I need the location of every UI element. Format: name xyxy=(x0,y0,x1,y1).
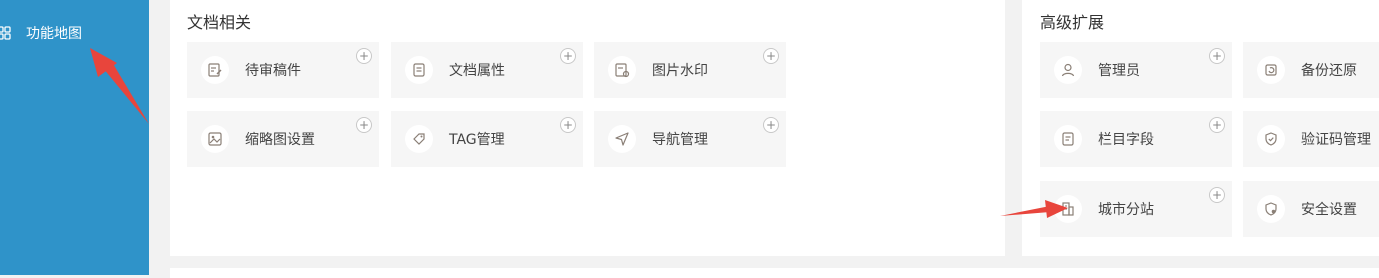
add-icon[interactable]: + xyxy=(356,48,372,64)
card-navigation-management[interactable]: 导航管理 + xyxy=(594,111,786,167)
card-label: 安全设置 xyxy=(1301,202,1357,218)
add-icon[interactable]: + xyxy=(560,48,576,64)
card-column-fields[interactable]: 栏目字段 + xyxy=(1040,111,1232,167)
card-city-substations[interactable]: 城市分站 + xyxy=(1040,181,1232,237)
field-doc-icon xyxy=(1054,125,1082,153)
add-icon[interactable]: + xyxy=(356,117,372,133)
panel-title: 文档相关 xyxy=(187,13,252,32)
card-administrators[interactable]: 管理员 + xyxy=(1040,42,1232,98)
card-label: 备份还原 xyxy=(1301,63,1357,79)
shield-check-icon xyxy=(1257,125,1285,153)
add-icon[interactable]: + xyxy=(1209,117,1225,133)
card-label: 管理员 xyxy=(1098,63,1140,79)
image-watermark-icon xyxy=(608,56,636,84)
sidebar-item-label: 功能地图 xyxy=(26,26,82,42)
image-icon xyxy=(201,125,229,153)
navigation-icon xyxy=(608,125,636,153)
edit-doc-icon xyxy=(201,56,229,84)
card-label: 文档属性 xyxy=(449,63,505,79)
add-icon[interactable]: + xyxy=(1209,187,1225,203)
document-icon xyxy=(405,56,433,84)
add-icon[interactable]: + xyxy=(763,48,779,64)
add-icon[interactable]: + xyxy=(560,117,576,133)
user-icon xyxy=(1054,56,1082,84)
grid-icon xyxy=(0,26,11,40)
card-security-settings[interactable]: 安全设置 xyxy=(1243,181,1379,237)
building-icon xyxy=(1054,195,1082,223)
card-label: 缩略图设置 xyxy=(245,132,315,148)
card-image-watermark[interactable]: 图片水印 + xyxy=(594,42,786,98)
card-label: 导航管理 xyxy=(652,132,708,148)
card-label: 验证码管理 xyxy=(1301,132,1371,148)
doc-panel: 文档相关 待审稿件 + 文档属性 + 图片水印 + 缩略图设置 + TAG管理 … xyxy=(170,0,1005,256)
card-label: 栏目字段 xyxy=(1098,132,1154,148)
tag-icon xyxy=(405,125,433,153)
card-label: 图片水印 xyxy=(652,63,708,79)
bottom-panel xyxy=(170,268,1379,278)
shield-gear-icon xyxy=(1257,195,1285,223)
card-tag-management[interactable]: TAG管理 + xyxy=(391,111,583,167)
card-doc-attributes[interactable]: 文档属性 + xyxy=(391,42,583,98)
card-label: 待审稿件 xyxy=(245,63,301,79)
add-icon[interactable]: + xyxy=(1209,48,1225,64)
sidebar: 功能地图 xyxy=(0,0,149,275)
card-label: 城市分站 xyxy=(1098,202,1154,218)
backup-icon xyxy=(1257,56,1285,84)
card-captcha-management[interactable]: 验证码管理 xyxy=(1243,111,1379,167)
sidebar-item-function-map[interactable]: 功能地图 xyxy=(0,20,82,46)
card-pending-drafts[interactable]: 待审稿件 + xyxy=(187,42,379,98)
add-icon[interactable]: + xyxy=(763,117,779,133)
card-thumbnail-settings[interactable]: 缩略图设置 + xyxy=(187,111,379,167)
card-label: TAG管理 xyxy=(449,132,505,148)
panel-title: 高级扩展 xyxy=(1040,13,1105,32)
advanced-panel: 高级扩展 管理员 + 备份还原 栏目字段 + 验证码管理 城市分站 + 安全设置 xyxy=(1022,0,1379,256)
card-backup-restore[interactable]: 备份还原 xyxy=(1243,42,1379,98)
